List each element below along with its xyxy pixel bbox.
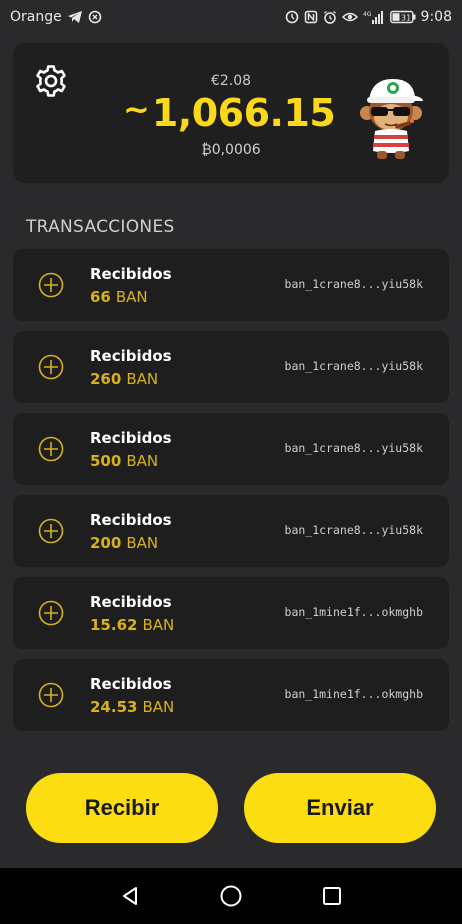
transaction-amount-unit: BAN xyxy=(142,616,175,634)
receive-button[interactable]: Recibir xyxy=(26,773,218,843)
monkey-avatar-icon[interactable] xyxy=(357,71,425,161)
transaction-item[interactable]: Recibidos 24.53 BAN ban_1mine1f...okmghb xyxy=(13,659,449,731)
transaction-amount-value: 66 xyxy=(90,288,111,306)
transaction-amount-unit: BAN xyxy=(126,534,159,552)
home-circle-icon[interactable] xyxy=(219,884,243,908)
transaction-address: ban_1crane8...yiu58k xyxy=(284,523,423,537)
transaction-address: ban_1mine1f...okmghb xyxy=(284,687,423,701)
ban-balance[interactable]: ~ 1,066.15 xyxy=(123,90,336,135)
transaction-item[interactable]: Recibidos 66 BAN ban_1crane8...yiu58k xyxy=(13,249,449,321)
transaction-type: Recibidos xyxy=(90,593,172,611)
transaction-item[interactable]: Recibidos 200 BAN ban_1crane8...yiu58k xyxy=(13,495,449,567)
transaction-type: Recibidos xyxy=(90,429,172,447)
transaction-address: ban_1mine1f...okmghb xyxy=(284,605,423,619)
btc-balance-amount: 0,0006 xyxy=(211,142,261,158)
transaction-amount: 66 BAN xyxy=(90,288,148,306)
btc-symbol: ₿ xyxy=(201,142,212,158)
transaction-amount: 500 BAN xyxy=(90,452,158,470)
status-bar-left: Orange xyxy=(10,9,102,25)
transaction-amount-value: 24.53 xyxy=(90,698,138,716)
transaction-type: Recibidos xyxy=(90,511,172,529)
data-saver-icon xyxy=(285,10,299,24)
plus-circle-icon xyxy=(38,272,64,298)
back-triangle-icon[interactable] xyxy=(119,885,141,907)
alarm-icon xyxy=(323,10,337,24)
send-button[interactable]: Enviar xyxy=(244,773,436,843)
telegram-icon xyxy=(67,10,83,24)
clock: 9:08 xyxy=(420,9,452,25)
signal-icon: 4G xyxy=(363,10,385,24)
transaction-type: Recibidos xyxy=(90,347,172,365)
transaction-address: ban_1crane8...yiu58k xyxy=(284,277,423,291)
transaction-address: ban_1crane8...yiu58k xyxy=(284,359,423,373)
transaction-amount-unit: BAN xyxy=(142,698,175,716)
recents-square-icon[interactable] xyxy=(321,885,343,907)
plus-circle-icon xyxy=(38,518,64,544)
status-bar-right: 4G 31 9:08 xyxy=(285,9,452,25)
transaction-amount-value: 200 xyxy=(90,534,122,552)
transaction-amount: 15.62 BAN xyxy=(90,616,174,634)
transaction-amount-unit: BAN xyxy=(126,370,159,388)
ban-balance-amount: 1,066.15 xyxy=(151,91,336,135)
transaction-item[interactable]: Recibidos 15.62 BAN ban_1mine1f...okmghb xyxy=(13,577,449,649)
nfc-icon xyxy=(304,10,318,24)
plus-circle-icon xyxy=(38,682,64,708)
approx-symbol: ~ xyxy=(123,90,150,128)
transaction-amount-unit: BAN xyxy=(126,452,159,470)
transaction-type: Recibidos xyxy=(90,265,172,283)
transaction-amount-value: 15.62 xyxy=(90,616,138,634)
eye-comfort-icon xyxy=(341,11,358,23)
transaction-amount: 200 BAN xyxy=(90,534,158,552)
plus-circle-icon xyxy=(38,600,64,626)
balance-card: €2.08 ~ 1,066.15 ₿0,0006 xyxy=(13,43,449,183)
battery-level: 31 xyxy=(401,14,411,23)
transaction-amount: 24.53 BAN xyxy=(90,698,174,716)
plus-circle-icon xyxy=(38,354,64,380)
plus-circle-icon xyxy=(38,436,64,462)
status-bar: Orange 4G 31 9:08 xyxy=(0,0,462,34)
transaction-address: ban_1crane8...yiu58k xyxy=(284,441,423,455)
carrier-name: Orange xyxy=(10,9,62,25)
transaction-amount: 260 BAN xyxy=(90,370,158,388)
transaction-type: Recibidos xyxy=(90,675,172,693)
section-title: TRANSACCIONES xyxy=(26,217,175,237)
transaction-amount-value: 500 xyxy=(90,452,122,470)
app-notification-icon xyxy=(88,10,102,24)
transaction-item[interactable]: Recibidos 260 BAN ban_1crane8...yiu58k xyxy=(13,331,449,403)
navigation-bar xyxy=(0,868,462,924)
transaction-item[interactable]: Recibidos 500 BAN ban_1crane8...yiu58k xyxy=(13,413,449,485)
transaction-amount-value: 260 xyxy=(90,370,122,388)
transaction-amount-unit: BAN xyxy=(115,288,148,306)
battery-icon: 31 xyxy=(389,10,416,24)
network-type: 4G xyxy=(363,11,372,18)
transaction-list: Recibidos 66 BAN ban_1crane8...yiu58k Rec… xyxy=(13,249,449,741)
